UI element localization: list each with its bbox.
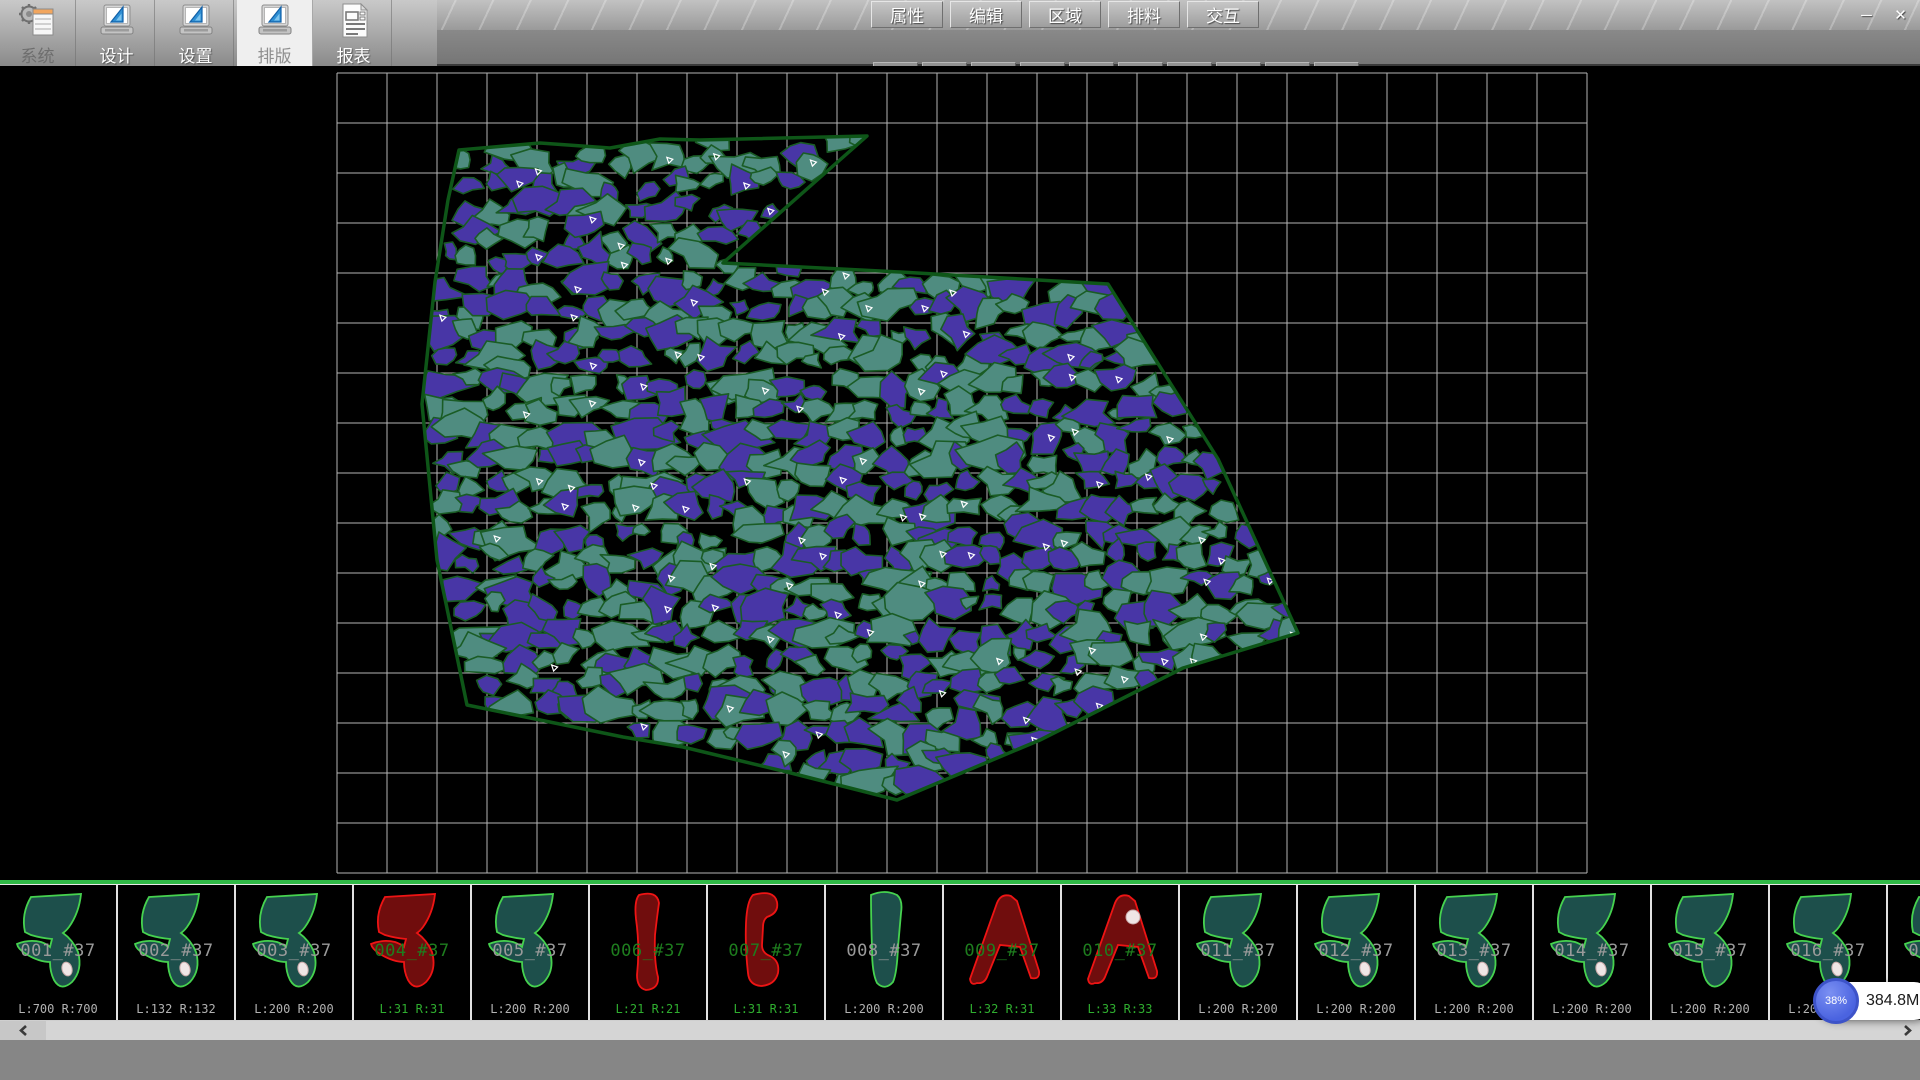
app-mode-label: 设置	[179, 42, 213, 67]
piece-lr-count-label: L:33 R:33	[1062, 1002, 1178, 1016]
piece-lr-count-label: L:200 R:200	[1652, 1002, 1768, 1016]
piece-id-label: 011_#37	[1180, 941, 1296, 961]
app-mode-report-button[interactable]: 报表	[316, 0, 392, 66]
window-controls: ─ ✕	[1851, 4, 1916, 26]
menu-tabs: 属性编辑区域排料交互	[871, 1, 1266, 29]
piece-lr-count-label: L:700 R:700	[0, 1002, 116, 1016]
piece-thumbnail[interactable]: 001_#37 L:700 R:700	[0, 885, 118, 1020]
laptop-icon	[97, 3, 137, 41]
piece-id-label: 003_#37	[236, 941, 352, 961]
piece-lr-count-label: L:200 R:200	[1180, 1002, 1296, 1016]
piece-id-label: 014_#37	[1534, 941, 1650, 961]
piece-id-label: 009_#37	[944, 941, 1060, 961]
memory-amount-label: 384.8M	[1866, 992, 1919, 1010]
app-mode-label: 设计	[100, 42, 134, 67]
horizontal-scrollbar[interactable]	[0, 1021, 1920, 1040]
piece-thumbnail[interactable]: 015_#37 L:200 R:200	[1652, 885, 1770, 1020]
menu-tab-2[interactable]: 编辑	[950, 1, 1022, 28]
laptop-icon	[176, 3, 216, 41]
app-mode-label: 排版	[258, 42, 292, 67]
piece-lr-count-label: L:31 R:31	[708, 1002, 824, 1016]
memory-percent-indicator: 38%	[1813, 978, 1859, 1024]
gear-icon	[18, 3, 58, 41]
menu-tab-5[interactable]: 交互	[1187, 1, 1259, 28]
piece-id-label: 006_#37	[590, 941, 706, 961]
nested-pieces	[409, 129, 1316, 798]
piece-thumbnail[interactable]: 006_#37 L:21 R:21	[590, 885, 708, 1020]
scroll-right-arrow-icon[interactable]	[1894, 1021, 1920, 1040]
piece-id-label: 004_#37	[354, 941, 470, 961]
piece-id-label: 016_#37	[1770, 941, 1886, 961]
piece-thumbnail[interactable]: 003_#37 L:200 R:200	[236, 885, 354, 1020]
piece-thumbnail[interactable]: 010_#37 L:33 R:33	[1062, 885, 1180, 1020]
minimize-button[interactable]: ─	[1851, 4, 1882, 26]
piece-thumbnail[interactable]: 013_#37 L:200 R:200	[1416, 885, 1534, 1020]
menu-tab-4[interactable]: 排料	[1108, 1, 1180, 28]
piece-id-label: 001_#37	[0, 941, 116, 961]
report-icon	[334, 3, 374, 41]
piece-thumbnail[interactable]: 007_#37 L:31 R:31	[708, 885, 826, 1020]
scroll-left-arrow-icon[interactable]	[0, 1021, 46, 1040]
piece-lr-count-label: L:132 R:132	[118, 1002, 234, 1016]
app-mode-label: 报表	[337, 42, 371, 67]
menubar: 属性编辑区域排料交互 ─ ✕	[437, 0, 1920, 30]
piece-id-label: 005_#37	[472, 941, 588, 961]
close-button[interactable]: ✕	[1885, 4, 1916, 26]
piece-lr-count-label: L:32 R:31	[944, 1002, 1060, 1016]
app-mode-settings-button[interactable]: 设置	[158, 0, 234, 66]
piece-id-label: 007_#37	[708, 941, 824, 961]
nesting-canvas[interactable]	[0, 66, 1920, 880]
laptop-icon	[255, 3, 295, 41]
piece-id-label: 010_#37	[1062, 941, 1178, 961]
piece-id-label: 017_#37	[1888, 941, 1920, 961]
canvas-svg	[0, 66, 1920, 880]
piece-id-label: 008_#37	[826, 941, 942, 961]
piece-thumbnail[interactable]: 008_#37 L:200 R:200	[826, 885, 944, 1020]
piece-id-label: 015_#37	[1652, 941, 1768, 961]
piece-lr-count-label: L:200 R:200	[236, 1002, 352, 1016]
application-window: 属性编辑区域排料交互 ─ ✕ 聚排相机选割全割区域瑕疵左靠右靠上靠下靠 系统 设计…	[0, 0, 1920, 1080]
piece-id-label: 002_#37	[118, 941, 234, 961]
ribbon: 属性编辑区域排料交互 ─ ✕ 聚排相机选割全割区域瑕疵左靠右靠上靠下靠 系统 设计…	[0, 0, 1920, 66]
piece-lr-count-label: L:31 R:31	[354, 1002, 470, 1016]
menu-tab-1[interactable]: 属性	[871, 1, 943, 28]
piece-thumbnail[interactable]: 005_#37 L:200 R:200	[472, 885, 590, 1020]
piece-lr-count-label: L:200 R:200	[1534, 1002, 1650, 1016]
app-mode-system-button[interactable]: 系统	[0, 0, 76, 66]
piece-lr-count-label: L:200 R:200	[1298, 1002, 1414, 1016]
app-mode-label: 系统	[21, 42, 55, 67]
piece-lr-count-label: L:200 R:200	[826, 1002, 942, 1016]
piece-lr-count-label: L:200 R:200	[472, 1002, 588, 1016]
app-mode-nesting-button[interactable]: 排版	[237, 0, 313, 66]
piece-thumbnail-strip: 001_#37L:700 R:700002_#37L:132 R:132003_…	[0, 884, 1920, 1021]
piece-thumbnail[interactable]: 002_#37 L:132 R:132	[118, 885, 236, 1020]
menu-tab-3[interactable]: 区域	[1029, 1, 1101, 28]
status-bar	[0, 1040, 1920, 1080]
piece-thumbnail[interactable]: 009_#37 L:32 R:31	[944, 885, 1062, 1020]
piece-thumbnail[interactable]: 011_#37 L:200 R:200	[1180, 885, 1298, 1020]
memory-usage-badge: 38% 384.8M	[1816, 982, 1920, 1020]
piece-id-label: 013_#37	[1416, 941, 1532, 961]
piece-thumbnail[interactable]: 012_#37 L:200 R:200	[1298, 885, 1416, 1020]
app-mode-buttons: 系统 设计 设置 排版 报表	[0, 0, 437, 66]
piece-lr-count-label: L:200 R:200	[1416, 1002, 1532, 1016]
piece-thumbnail[interactable]: 004_#37 L:31 R:31	[354, 885, 472, 1020]
app-mode-design-button[interactable]: 设计	[79, 0, 155, 66]
tool-row: 聚排相机选割全割区域瑕疵左靠右靠上靠下靠	[437, 30, 1920, 64]
piece-lr-count-label: L:21 R:21	[590, 1002, 706, 1016]
piece-id-label: 012_#37	[1298, 941, 1414, 961]
piece-thumbnail[interactable]: 014_#37 L:200 R:200	[1534, 885, 1652, 1020]
